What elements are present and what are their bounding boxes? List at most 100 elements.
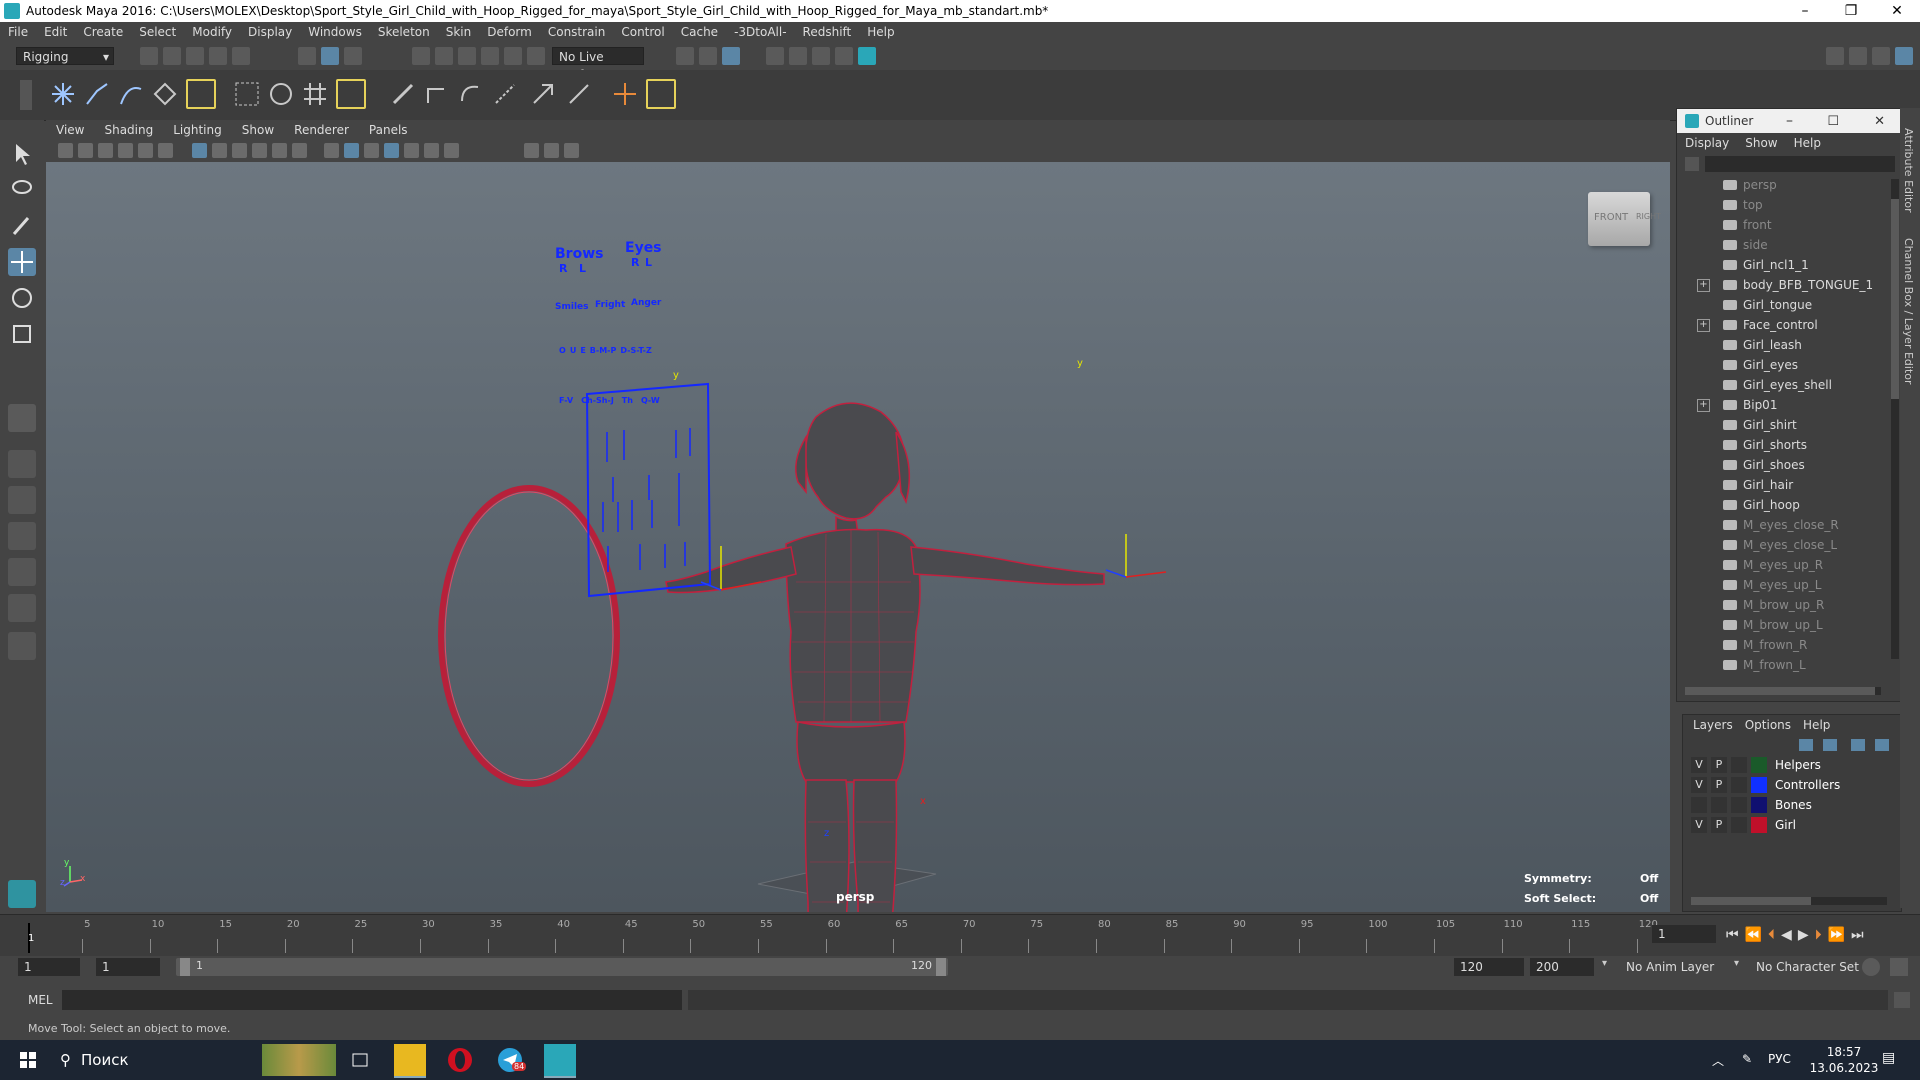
tray-overflow-icon[interactable]: ︿ (1712, 1052, 1724, 1069)
set-driven-key-icon[interactable] (646, 79, 676, 109)
scale-tool-icon[interactable] (8, 320, 36, 348)
outliner-item[interactable]: + Bip01 (1677, 395, 1887, 415)
input-ops-icon[interactable] (676, 47, 694, 65)
constraint-aim-icon[interactable] (456, 79, 486, 109)
outliner-toggle-icon[interactable] (1849, 47, 1867, 65)
panel-menu-panels[interactable]: Panels (359, 123, 418, 137)
select-component-icon[interactable] (344, 47, 362, 65)
construction-history-icon[interactable] (722, 47, 740, 65)
layer-display-type-toggle[interactable] (1731, 757, 1747, 773)
use-all-lights-icon[interactable] (272, 143, 287, 158)
opera-icon[interactable] (444, 1044, 476, 1076)
playback-end-field[interactable]: 120 (1454, 958, 1524, 976)
render-current-icon[interactable] (789, 47, 807, 65)
outliner-minimize-button[interactable]: – (1786, 113, 1793, 129)
mel-label[interactable]: MEL (28, 993, 53, 1007)
layer-playback-toggle[interactable]: P (1711, 757, 1727, 773)
outliner-maximize-button[interactable]: ☐ (1827, 114, 1839, 129)
scene-end-field[interactable]: 200 (1530, 958, 1594, 976)
file-explorer-icon[interactable] (394, 1044, 426, 1078)
snap-view-plane-icon[interactable] (504, 47, 522, 65)
joint-tool-icon[interactable] (48, 79, 78, 109)
menu-windows[interactable]: Windows (300, 25, 370, 39)
outliner-menu-help[interactable]: Help (1786, 136, 1829, 150)
task-view-icon[interactable] (344, 1044, 376, 1076)
panel-menu-shading[interactable]: Shading (94, 123, 163, 137)
layer-color-swatch[interactable] (1751, 757, 1767, 773)
layer-row[interactable]: V P Helpers (1691, 755, 1899, 775)
output-ops-icon[interactable] (699, 47, 717, 65)
expand-icon[interactable]: + (1697, 398, 1710, 412)
grid-toggle-icon[interactable] (138, 143, 153, 158)
render-view-icon[interactable] (766, 47, 784, 65)
outliner-horizontal-scrollbar[interactable] (1685, 687, 1881, 695)
mel-command-input[interactable] (62, 990, 682, 1010)
workspace-icon[interactable] (1826, 47, 1844, 65)
play-backwards-icon[interactable]: ◀ (1781, 927, 1792, 943)
undo-icon[interactable] (209, 47, 227, 65)
outliner-persp-layout-icon[interactable] (8, 594, 36, 622)
gamma-icon[interactable] (544, 143, 559, 158)
depth-of-field-icon[interactable] (524, 143, 539, 158)
expand-icon[interactable]: + (1697, 318, 1710, 332)
outliner-item[interactable]: + body_BFB_TONGUE_1 (1677, 275, 1887, 295)
layer-visibility-toggle[interactable]: V (1691, 817, 1707, 833)
layer-playback-toggle[interactable] (1711, 797, 1727, 813)
hoop-mesh[interactable] (438, 485, 620, 787)
panel-menu-lighting[interactable]: Lighting (163, 123, 232, 137)
channel-box-tab[interactable]: Channel Box / Layer Editor (1902, 238, 1915, 385)
menu-skin[interactable]: Skin (438, 25, 480, 39)
locator-icon[interactable] (610, 79, 640, 109)
layer-playback-toggle[interactable]: P (1711, 817, 1727, 833)
layers-horizontal-scrollbar[interactable] (1691, 897, 1887, 905)
layer-row[interactable]: Bones (1691, 795, 1899, 815)
pen-icon[interactable]: ✎ (1742, 1052, 1752, 1066)
save-scene-icon[interactable] (186, 47, 204, 65)
girl-mesh[interactable] (665, 402, 1105, 912)
paint-weights-icon[interactable] (388, 79, 418, 109)
outliner-menu-show[interactable]: Show (1737, 136, 1785, 150)
ambient-occlusion-icon[interactable] (404, 143, 419, 158)
exposure-icon[interactable] (564, 143, 579, 158)
layers-hscroll-thumb[interactable] (1691, 897, 1811, 905)
auto-key-icon[interactable] (1862, 958, 1880, 976)
bind-skin-icon[interactable] (186, 79, 216, 109)
constraint-point-icon[interactable] (422, 79, 452, 109)
layers-menu-options[interactable]: Options (1739, 718, 1797, 732)
expand-icon[interactable]: + (1697, 278, 1710, 292)
lasso-tool-icon[interactable] (8, 176, 36, 204)
menu-create[interactable]: Create (75, 25, 131, 39)
anti-aliasing-icon[interactable] (444, 143, 459, 158)
time-slider[interactable]: 5 10 15 20 25 30 35 40 45 50 55 60 65 70 75 80 85 90 95 100… (0, 914, 1920, 957)
attribute-editor-toggle-icon[interactable] (1895, 47, 1913, 65)
outliner-scroll-thumb[interactable] (1891, 199, 1899, 399)
smooth-bind-icon[interactable] (266, 79, 296, 109)
make-live-icon[interactable] (527, 47, 545, 65)
go-to-end-icon[interactable]: ⏭ (1851, 927, 1864, 943)
snap-curve-icon[interactable] (435, 47, 453, 65)
layer-display-type-toggle[interactable] (1731, 817, 1747, 833)
channel-box-toggle-icon[interactable] (1872, 47, 1890, 65)
ik-spline-icon[interactable] (116, 79, 146, 109)
mirror-joint-icon[interactable] (232, 79, 262, 109)
right-hand-locator[interactable] (1105, 534, 1167, 578)
anim-layer-chevron-icon[interactable]: ▾ (1602, 958, 1616, 974)
xray-joints-icon[interactable] (344, 143, 359, 158)
snap-grid-icon[interactable] (412, 47, 430, 65)
outliner-item[interactable]: Girl_eyes_shell (1677, 375, 1887, 395)
panel-menu-show[interactable]: Show (232, 123, 284, 137)
wireframe-icon[interactable] (192, 143, 207, 158)
camera-attributes-icon[interactable] (78, 143, 93, 158)
current-frame-field[interactable]: 1 (1652, 925, 1716, 943)
layer-display-type-toggle[interactable] (1731, 777, 1747, 793)
scene-start-field[interactable]: 1 (18, 958, 80, 976)
layer-row[interactable]: V P Controllers (1691, 775, 1899, 795)
menu-help[interactable]: Help (859, 25, 902, 39)
step-forward-frame-icon[interactable]: ⏵ (1815, 927, 1822, 943)
outliner-item[interactable]: Girl_shoes (1677, 455, 1887, 475)
wireframe-on-shaded-icon[interactable] (232, 143, 247, 158)
new-layer-selected-icon[interactable] (1875, 739, 1889, 751)
outliner-item[interactable]: Girl_shirt (1677, 415, 1887, 435)
image-plane-icon[interactable] (118, 143, 133, 158)
outliner-item[interactable]: Girl_shorts (1677, 435, 1887, 455)
